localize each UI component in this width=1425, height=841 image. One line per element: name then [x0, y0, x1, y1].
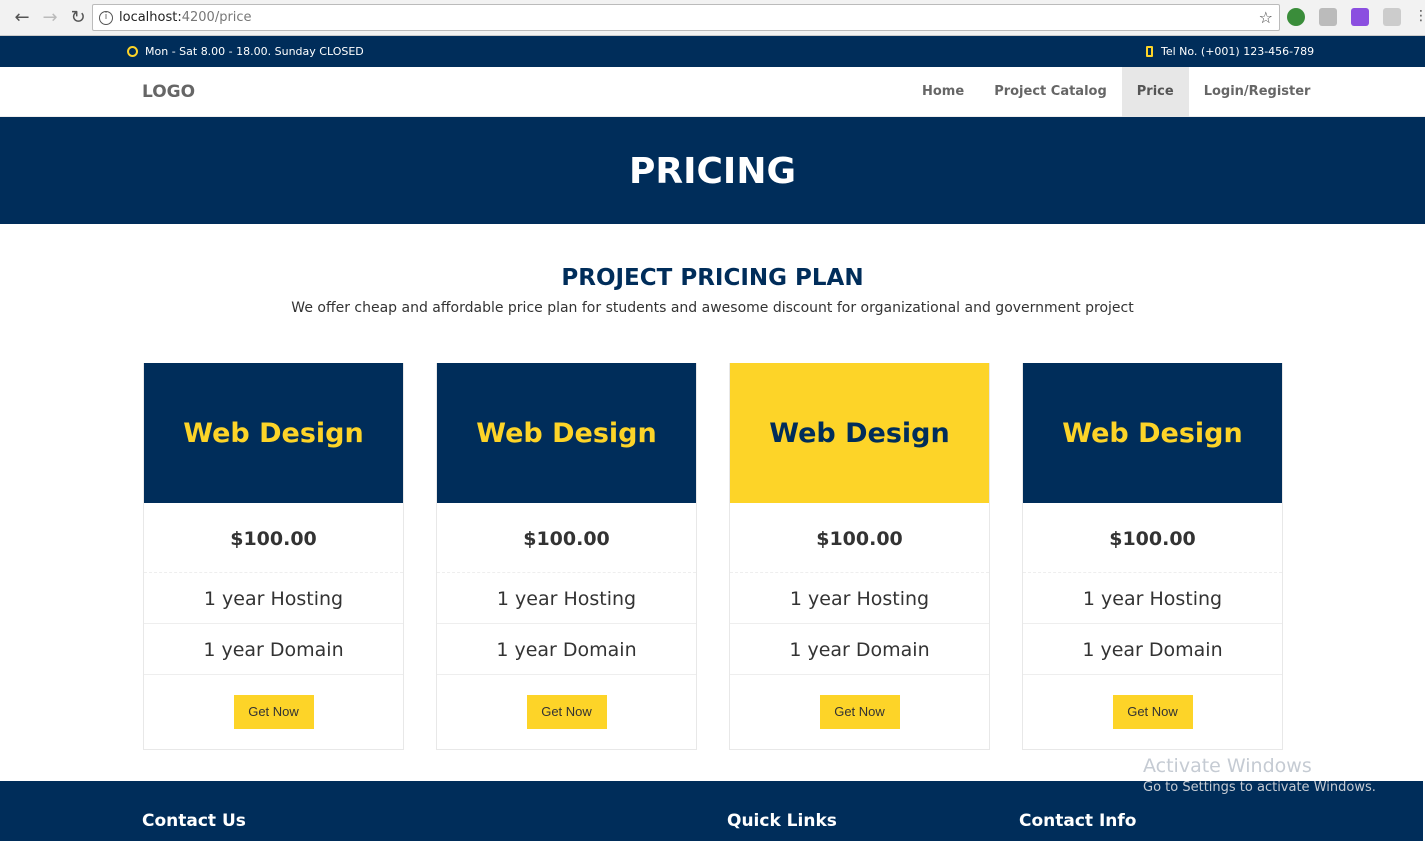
get-now-button[interactable]: Get Now: [526, 695, 607, 729]
plan-feature: 1 year Hosting: [1023, 573, 1282, 624]
browser-toolbar: ← → ↻ i localhost: 4200/price ☆ ⋮: [0, 0, 1425, 36]
plan-feature: 1 year Domain: [730, 624, 989, 675]
plan-name: Web Design: [1023, 363, 1282, 503]
plan-feature: 1 year Domain: [1023, 624, 1282, 675]
footer-contact-info-heading: Contact Info: [1019, 811, 1137, 831]
menu-dots-icon[interactable]: ⋮: [1414, 8, 1425, 26]
android-extension-icon[interactable]: [1319, 8, 1337, 26]
plan-feature: 1 year Hosting: [144, 573, 403, 624]
pricing-card-highlighted: Web Design $100.00 1 year Hosting 1 year…: [729, 363, 990, 750]
pdf-extension-icon[interactable]: [1383, 8, 1401, 26]
plan-name: Web Design: [730, 363, 989, 503]
pricing-card: Web Design $100.00 1 year Hosting 1 year…: [143, 363, 404, 750]
plan-name: Web Design: [144, 363, 403, 503]
plan-price: $100.00: [437, 503, 696, 573]
get-now-button[interactable]: Get Now: [1112, 695, 1193, 729]
forward-icon[interactable]: →: [36, 7, 64, 28]
nav-project-catalog[interactable]: Project Catalog: [979, 67, 1122, 117]
plan-price: $100.00: [730, 503, 989, 573]
plan-name: Web Design: [437, 363, 696, 503]
info-bar: Mon - Sat 8.00 - 18.00. Sunday CLOSED Te…: [0, 36, 1425, 67]
plan-feature: 1 year Domain: [144, 624, 403, 675]
footer-quick-links-heading: Quick Links: [727, 811, 837, 831]
section-subtitle: We offer cheap and affordable price plan…: [291, 300, 1134, 316]
bookmark-star-icon[interactable]: ☆: [1259, 8, 1273, 27]
page-hero-title: PRICING: [0, 117, 1425, 224]
back-icon[interactable]: ←: [8, 7, 36, 28]
nav-price[interactable]: Price: [1121, 67, 1189, 117]
nav-login-register[interactable]: Login/Register: [1189, 67, 1326, 117]
opening-hours: Mon - Sat 8.00 - 18.00. Sunday CLOSED: [145, 45, 364, 58]
pricing-card: Web Design $100.00 1 year Hosting 1 year…: [436, 363, 697, 750]
address-bar[interactable]: i localhost: 4200/price ☆: [92, 4, 1280, 31]
nav-home[interactable]: Home: [907, 67, 979, 117]
section-title: PROJECT PRICING PLAN: [561, 265, 864, 291]
plan-price: $100.00: [144, 503, 403, 573]
phone-number: Tel No. (+001) 123-456-789: [1161, 45, 1315, 58]
footer-contact-us-heading: Contact Us: [142, 811, 246, 831]
plan-price: $100.00: [1023, 503, 1282, 573]
info-icon[interactable]: i: [99, 10, 113, 25]
plan-feature: 1 year Hosting: [437, 573, 696, 624]
get-now-button[interactable]: Get Now: [819, 695, 900, 729]
extension-globe-icon[interactable]: [1287, 8, 1305, 26]
reload-icon[interactable]: ↻: [64, 7, 92, 28]
navbar: LOGO Home Project Catalog Price Login/Re…: [0, 67, 1425, 117]
url-host: localhost:: [119, 10, 182, 25]
get-now-button[interactable]: Get Now: [233, 695, 314, 729]
activate-windows-watermark: Activate Windows Go to Settings to activ…: [1143, 755, 1376, 795]
plan-feature: 1 year Hosting: [730, 573, 989, 624]
watermark-subtitle: Go to Settings to activate Windows.: [1143, 780, 1376, 795]
clock-icon: [127, 46, 138, 57]
watermark-title: Activate Windows: [1143, 755, 1312, 777]
url-path: 4200/price: [181, 10, 252, 25]
puzzle-extension-icon[interactable]: [1351, 8, 1369, 26]
plan-feature: 1 year Domain: [437, 624, 696, 675]
pricing-card: Web Design $100.00 1 year Hosting 1 year…: [1022, 363, 1283, 750]
pricing-cards: Web Design $100.00 1 year Hosting 1 year…: [143, 363, 1283, 750]
logo[interactable]: LOGO: [142, 82, 195, 102]
phone-icon: [1146, 46, 1153, 57]
